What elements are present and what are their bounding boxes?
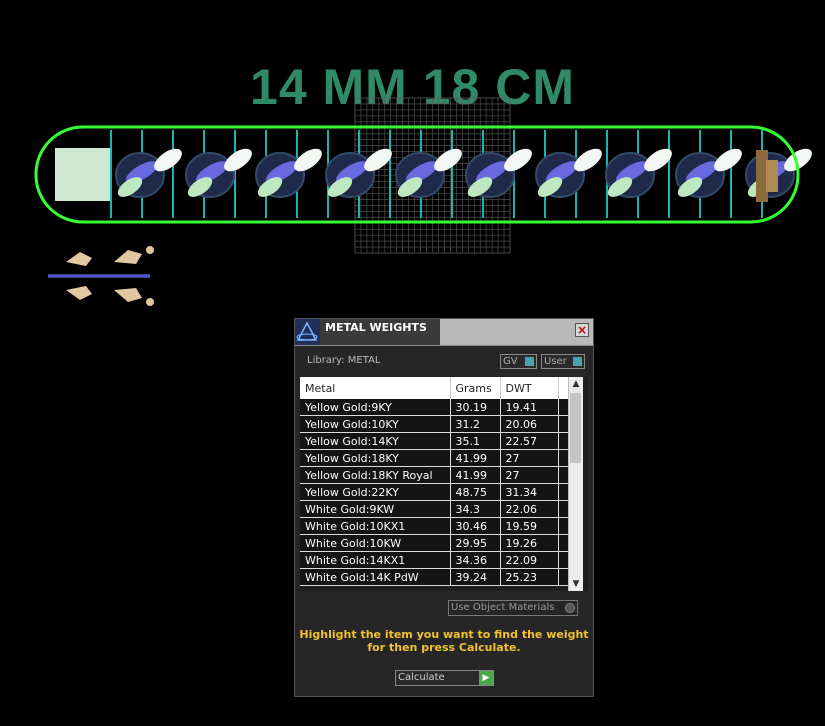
dialog-title: METAL WEIGHTS [325, 321, 427, 334]
library-label: Library: METAL [307, 355, 381, 366]
metal-weights-dialog: METAL WEIGHTS × Library: METAL GV User M… [294, 318, 594, 697]
cell-metal: Yellow Gold:9KY [300, 399, 451, 416]
metal-table-container[interactable]: Metal Grams DWT Yellow Gold:9KY 30.19 19.4… [300, 377, 588, 591]
toggle-icon [525, 357, 534, 366]
toggle-icon [573, 357, 582, 366]
table-row[interactable]: Yellow Gold:9KY 30.19 19.41 [300, 399, 571, 416]
scroll-down-icon[interactable]: ▼ [569, 577, 583, 591]
user-toggle[interactable]: User [541, 354, 585, 369]
instruction-hint: Highlight the item you want to find the … [299, 628, 589, 654]
cell-dwt: 19.41 [500, 399, 559, 416]
cell-metal: White Gold:14K PdW [300, 568, 451, 586]
table-row[interactable]: Yellow Gold:14KY 35.1 22.57 [300, 432, 571, 450]
table-row[interactable]: White Gold:10KW 29.95 19.26 [300, 534, 571, 552]
table-scrollbar[interactable]: ▲ ▼ [568, 377, 583, 591]
app-logo-icon [295, 319, 320, 345]
cell-metal: Yellow Gold:18KY Royal [300, 466, 451, 484]
scrollbar-thumb[interactable] [570, 393, 581, 463]
scroll-up-icon[interactable]: ▲ [569, 377, 583, 391]
use-object-materials-label: Use Object Materials [451, 602, 555, 613]
cell-dwt: 31.34 [500, 483, 559, 501]
cell-grams: 31.2 [450, 415, 501, 433]
calculate-label: Calculate [398, 672, 445, 683]
cell-grams: 41.99 [450, 449, 501, 467]
table-header-row: Metal Grams DWT [300, 377, 571, 399]
table-row[interactable]: Yellow Gold:10KY 31.2 20.06 [300, 415, 571, 433]
table-row[interactable]: White Gold:9KW 34.3 22.06 [300, 500, 571, 518]
user-toggle-label: User [544, 356, 567, 367]
cell-grams: 35.1 [450, 432, 501, 450]
cell-dwt: 22.09 [500, 551, 559, 569]
chain-end-cap [55, 148, 110, 201]
table-row[interactable]: Yellow Gold:18KY 41.99 27 [300, 449, 571, 467]
cell-dwt: 27 [500, 466, 559, 484]
cell-metal: White Gold:10KW [300, 534, 451, 552]
cell-metal: Yellow Gold:10KY [300, 415, 451, 433]
cell-dwt: 25.23 [500, 568, 559, 586]
metal-weights-table: Metal Grams DWT Yellow Gold:9KY 30.19 19.4… [300, 377, 571, 586]
table-row[interactable]: White Gold:14K PdW 39.24 25.23 [300, 568, 571, 586]
cell-metal: White Gold:9KW [300, 500, 451, 518]
cell-grams: 41.99 [450, 466, 501, 484]
table-row[interactable]: Yellow Gold:22KY 48.75 31.34 [300, 483, 571, 501]
calculate-button[interactable]: Calculate ▶ [395, 670, 494, 686]
cell-grams: 48.75 [450, 483, 501, 501]
cell-dwt: 22.57 [500, 432, 559, 450]
column-header-metal[interactable]: Metal [300, 377, 451, 399]
table-row[interactable]: White Gold:10KX1 30.46 19.59 [300, 517, 571, 535]
column-header-grams[interactable]: Grams [450, 377, 501, 399]
cell-dwt: 19.59 [500, 517, 559, 535]
cell-metal: Yellow Gold:18KY [300, 449, 451, 467]
transform-gizmo-icon[interactable] [48, 246, 154, 306]
cell-grams: 30.46 [450, 517, 501, 535]
chain-viewport[interactable] [0, 0, 825, 330]
play-arrow-icon: ▶ [479, 671, 493, 685]
cell-dwt: 27 [500, 449, 559, 467]
cell-metal: White Gold:10KX1 [300, 517, 451, 535]
gv-toggle-label: GV [503, 356, 518, 367]
gv-toggle[interactable]: GV [500, 354, 537, 369]
cell-grams: 30.19 [450, 399, 501, 416]
chain-links [110, 130, 812, 218]
cell-grams: 39.24 [450, 568, 501, 586]
column-header-dwt[interactable]: DWT [500, 377, 559, 399]
cell-metal: Yellow Gold:14KY [300, 432, 451, 450]
toggle-icon [565, 603, 575, 613]
cell-dwt: 20.06 [500, 415, 559, 433]
table-row[interactable]: Yellow Gold:18KY Royal 41.99 27 [300, 466, 571, 484]
cell-metal: White Gold:14KX1 [300, 551, 451, 569]
dialog-title-bar[interactable]: METAL WEIGHTS × [295, 319, 593, 346]
use-object-materials-toggle[interactable]: Use Object Materials [448, 600, 578, 616]
cell-grams: 34.3 [450, 500, 501, 518]
cell-metal: Yellow Gold:22KY [300, 483, 451, 501]
close-icon[interactable]: × [575, 323, 589, 337]
cell-dwt: 22.06 [500, 500, 559, 518]
cell-grams: 34.36 [450, 551, 501, 569]
table-row[interactable]: White Gold:14KX1 34.36 22.09 [300, 551, 571, 569]
cell-grams: 29.95 [450, 534, 501, 552]
cell-dwt: 19.26 [500, 534, 559, 552]
